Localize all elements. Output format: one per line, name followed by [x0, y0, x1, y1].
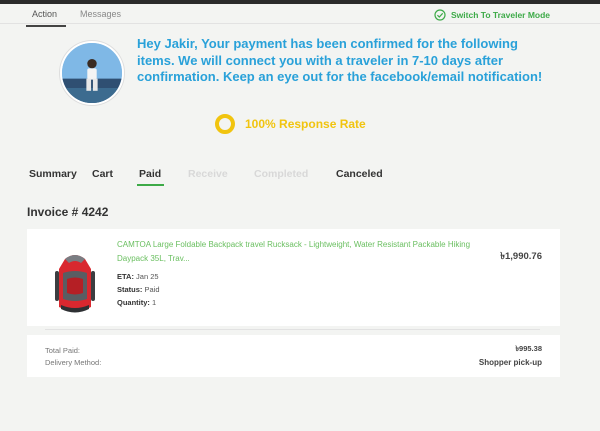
response-rate: 100% Response Rate [215, 114, 366, 134]
tab-paid[interactable]: Paid [139, 168, 161, 180]
delivery-method-value: Shopper pick-up [478, 358, 542, 367]
tab-messages[interactable]: Messages [80, 9, 121, 19]
product-price: ৳1,990.76 [500, 251, 542, 262]
active-order-tab-indicator [137, 184, 164, 186]
total-paid-label: Total Paid: [45, 346, 81, 355]
eta-label: ETA: [117, 272, 134, 281]
invoice-title: Invoice # 4242 [27, 205, 109, 219]
eta-value: Jan 25 [136, 272, 159, 281]
nav-divider [0, 23, 600, 24]
tab-canceled[interactable]: Canceled [336, 168, 383, 180]
quantity-label: Quantity: [117, 298, 150, 307]
total-paid-value: ৳995.38 [515, 344, 542, 353]
tab-summary[interactable]: Summary [29, 168, 77, 180]
switch-traveler-mode-label: Switch To Traveler Mode [451, 10, 551, 20]
backpack-image[interactable] [47, 249, 103, 317]
payment-summary: Total Paid: ৳995.38 Delivery Method: Sho… [27, 335, 560, 377]
tab-cart[interactable]: Cart [92, 168, 113, 180]
eta-line: ETA: Jan 25 [117, 272, 159, 281]
tab-action[interactable]: Action [32, 9, 57, 19]
invoice-item-card: CAMTOA Large Foldable Backpack travel Ru… [27, 229, 560, 326]
avatar [60, 41, 124, 105]
product-title-link[interactable]: CAMTOA Large Foldable Backpack travel Ru… [117, 238, 487, 266]
response-rate-label: 100% Response Rate [245, 117, 366, 131]
tab-receive: Receive [188, 168, 228, 180]
check-circle-icon [434, 9, 446, 21]
delivery-method-label: Delivery Method: [45, 358, 102, 367]
status-value: Paid [144, 285, 160, 294]
order-status-tabs: Summary Cart Paid Receive Completed Canc… [0, 166, 600, 190]
switch-traveler-mode-button[interactable]: Switch To Traveler Mode [434, 8, 550, 22]
payment-confirmation-message: Hey Jakir, Your payment has been confirm… [137, 36, 543, 84]
tab-completed: Completed [254, 168, 309, 180]
quantity-value: 1 [152, 298, 157, 307]
quantity-line: Quantity: 1 [117, 298, 156, 307]
ring-icon [215, 114, 235, 134]
status-label: Status: [117, 285, 143, 294]
divider [45, 329, 540, 330]
status-line: Status: Paid [117, 285, 160, 294]
active-tab-indicator [26, 25, 66, 27]
